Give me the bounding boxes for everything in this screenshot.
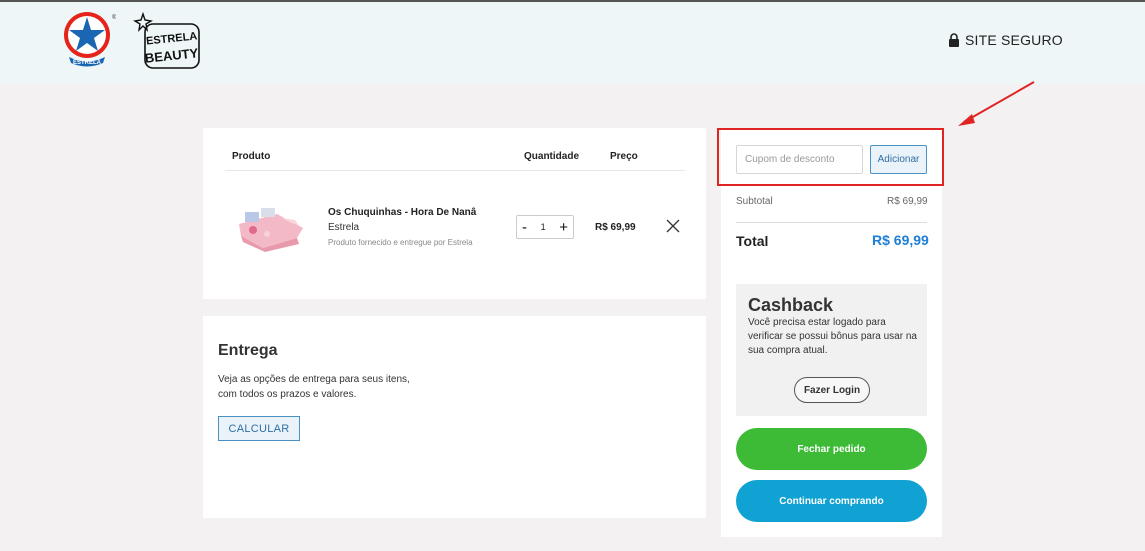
cashback-title: Cashback	[748, 295, 834, 315]
cashback-text: Você precisa estar logado para verificar…	[748, 317, 917, 356]
cart-card: Produto Quantidade Preço Os Chuquinhas -…	[203, 128, 706, 299]
product-seller-note: Produto fornecido e entregue por Estrela	[328, 238, 473, 247]
column-header-product: Produto	[232, 151, 271, 162]
subtotal-value: R$ 69,99	[887, 196, 928, 207]
header-divider	[225, 170, 685, 171]
summary-divider	[736, 222, 927, 223]
column-header-price: Preço	[610, 151, 638, 162]
add-coupon-button[interactable]: Adicionar	[870, 145, 927, 174]
quantity-increase-button[interactable]: +	[559, 220, 568, 235]
login-button[interactable]: Fazer Login	[794, 377, 870, 403]
shipping-card: Entrega Veja as opções de entrega para s…	[203, 316, 706, 518]
estrela-beauty-logo[interactable]: ESTRELA BEAUTY	[133, 12, 203, 70]
quantity-stepper: - 1 +	[516, 215, 574, 239]
shipping-description: Veja as opções de entrega para seus iten…	[218, 372, 438, 402]
cashback-panel: Cashback Você precisa estar logado para …	[736, 284, 927, 416]
svg-text:®: ®	[112, 14, 116, 21]
annotation-arrow-icon	[958, 81, 1035, 126]
lock-icon	[949, 33, 959, 47]
total-label: Total	[736, 233, 769, 249]
shipping-text-line2: com todos os prazos e valores.	[218, 389, 357, 400]
subtotal-label: Subtotal	[736, 196, 773, 207]
shipping-text-line1: Veja as opções de entrega para seus iten…	[218, 374, 410, 385]
product-brand: Estrela	[328, 222, 360, 233]
estrela-logo[interactable]: ESTRELA ®	[60, 10, 116, 68]
calculate-shipping-button[interactable]: CALCULAR	[218, 416, 300, 441]
product-price: R$ 69,99	[595, 222, 636, 233]
total-value: R$ 69,99	[872, 232, 929, 248]
shipping-title: Entrega	[218, 342, 278, 359]
continue-shopping-button[interactable]: Continuar comprando	[736, 480, 927, 522]
product-name[interactable]: Os Chuquinhas - Hora De Nanâ	[328, 207, 476, 218]
estrela-logo-text: ESTRELA	[73, 60, 102, 66]
quantity-value: 1	[540, 222, 546, 232]
beauty-logo-line2: BEAUTY	[144, 45, 199, 66]
coupon-input[interactable]	[736, 145, 863, 174]
quantity-decrease-button[interactable]: -	[522, 220, 527, 235]
column-header-quantity: Quantidade	[524, 151, 580, 162]
site-header: ESTRELA ® ESTRELA BEAUTY SITE SEGURO	[0, 2, 1145, 84]
secure-site-badge: SITE SEGURO	[948, 32, 1063, 48]
secure-site-label: SITE SEGURO	[965, 32, 1063, 48]
product-image[interactable]	[233, 198, 308, 253]
close-order-button[interactable]: Fechar pedido	[736, 428, 927, 470]
remove-item-close-icon[interactable]	[666, 219, 680, 233]
